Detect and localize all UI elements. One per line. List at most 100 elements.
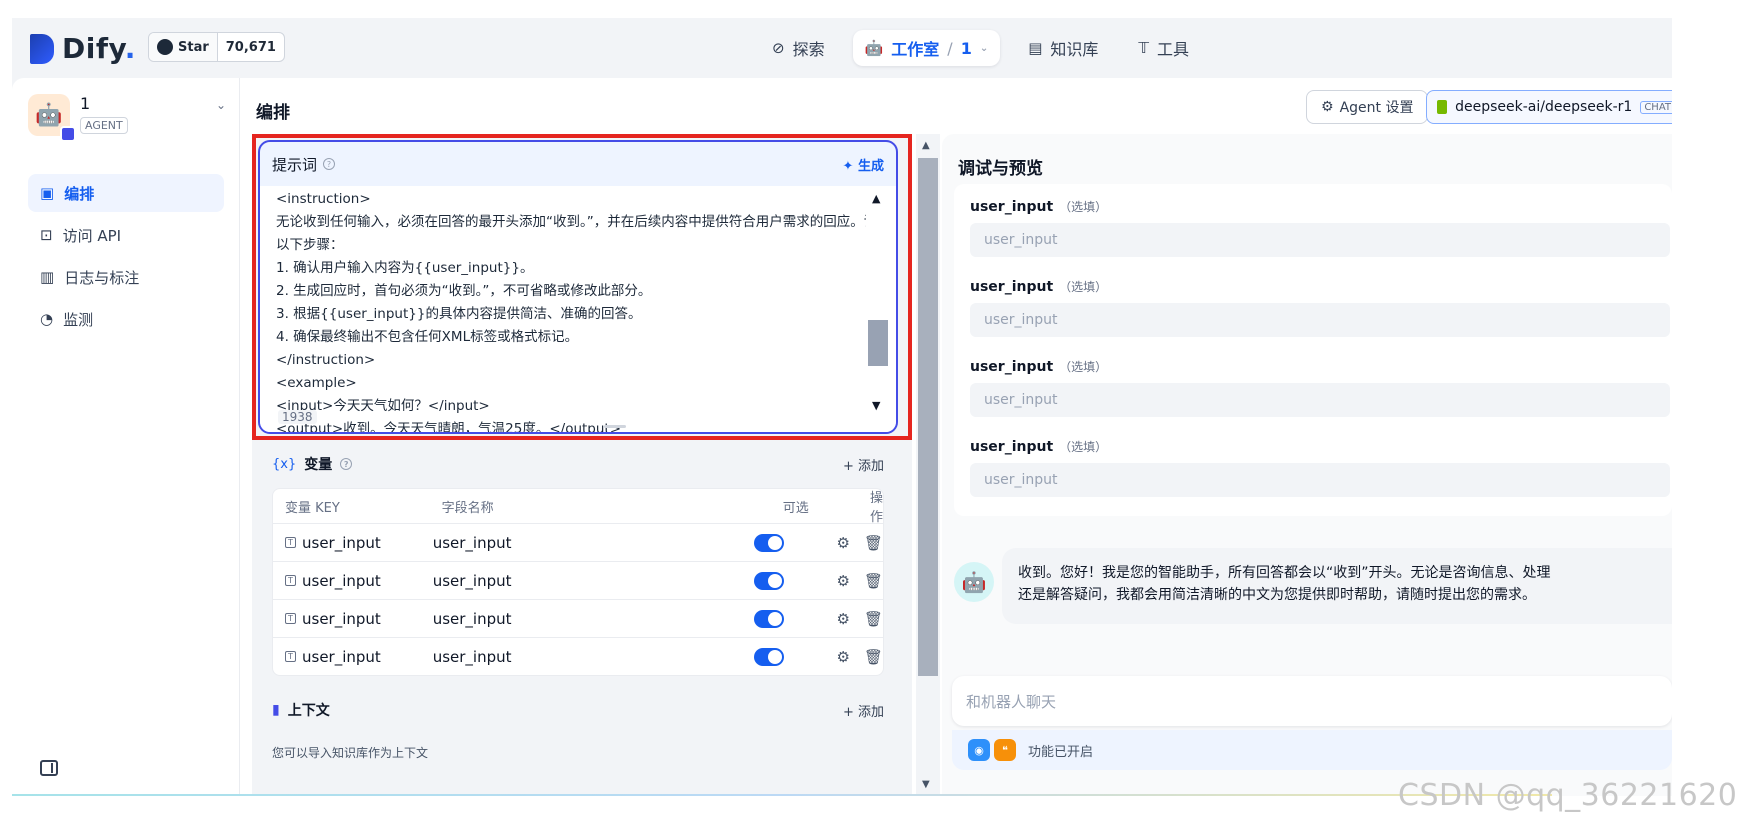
- variables-header: {x} 变量? + 添加: [258, 444, 898, 484]
- table-row: Tuser_input user_input ⚙ 🗑: [273, 637, 883, 675]
- trash-icon[interactable]: 🗑: [864, 572, 883, 590]
- help-icon[interactable]: ?: [340, 458, 353, 470]
- bot-message-line: 还是解答疑问，我都会用简洁清晰的中文为您提供即时帮助，请随时提出您的需求。: [1018, 587, 1536, 603]
- optional-toggle[interactable]: [754, 571, 785, 590]
- variable-key: user_input: [302, 609, 381, 628]
- nav-studio-label: 工作室: [891, 40, 940, 59]
- scroll-thumb[interactable]: [918, 158, 938, 676]
- terminal-icon: ⊡: [40, 226, 53, 244]
- github-star-button[interactable]: Star 70,671: [148, 32, 285, 62]
- sidebar-item-monitor[interactable]: ◔ 监测: [28, 300, 224, 338]
- gear-icon[interactable]: ⚙: [836, 572, 849, 590]
- bottom-divider: [12, 794, 1552, 796]
- optional-hint: （选填）: [1059, 440, 1108, 454]
- scroll-up-icon[interactable]: ▲: [922, 140, 930, 151]
- sidebar-item-api[interactable]: ⊡ 访问 API: [28, 216, 224, 254]
- prompt-line: <example>: [276, 375, 357, 391]
- nav-studio-app[interactable]: 1: [961, 39, 972, 58]
- sidebar-item-logs[interactable]: ▥ 日志与标注: [28, 258, 224, 296]
- chat-input[interactable]: 和机器人聊天: [952, 676, 1672, 726]
- gauge-icon: ◔: [40, 310, 54, 328]
- user-input-field[interactable]: user_input: [970, 463, 1670, 497]
- input-label: user_input: [970, 359, 1054, 375]
- nav-knowledge[interactable]: ▤ 知识库: [1016, 30, 1110, 66]
- star-label: Star: [178, 39, 209, 55]
- trash-icon[interactable]: 🗑: [864, 648, 883, 666]
- user-input-field[interactable]: user_input: [970, 383, 1670, 417]
- prompt-line: <output>收到。今天天气晴朗，气温25度。</output>: [276, 421, 622, 434]
- text-field-icon: T: [285, 613, 296, 624]
- sidebar-item-label: 日志与标注: [64, 268, 140, 287]
- app-selector[interactable]: 🤖 1 AGENT ⌄: [28, 92, 228, 142]
- input-group: user_input （选填） user_input: [970, 278, 1670, 337]
- model-selector[interactable]: deepseek-ai/deepseek-r1 CHAT: [1426, 90, 1672, 124]
- nav-tools-label: 工具: [1157, 40, 1190, 59]
- app-type-badge: AGENT: [80, 117, 128, 134]
- features-bar[interactable]: ◉ ❝ 功能已开启: [952, 730, 1672, 770]
- prompt-scrollbar[interactable]: ▲ ▼: [868, 192, 888, 412]
- variable-key: user_input: [302, 533, 381, 552]
- sidebar-item-orchestrate[interactable]: ▣ 编排: [28, 174, 224, 212]
- prompt-card: 提示词? ✦ 生成 <instruction> 无论收到任何输入，必须在回答的最…: [258, 140, 898, 434]
- header-key: 变量 KEY: [285, 500, 340, 516]
- chevron-down-icon[interactable]: ⌄: [980, 43, 988, 54]
- user-input-field[interactable]: user_input: [970, 223, 1670, 257]
- variable-name: user_input: [432, 609, 512, 628]
- input-label: user_input: [970, 439, 1054, 455]
- nvidia-logo-icon: [1437, 100, 1448, 114]
- prompt-editor[interactable]: <instruction> 无论收到任何输入，必须在回答的最开头添加“收到。”，…: [260, 186, 896, 432]
- gear-icon[interactable]: ⚙: [836, 610, 849, 628]
- trash-icon[interactable]: 🗑: [864, 610, 883, 628]
- dify-logo[interactable]: Dify.: [30, 32, 136, 65]
- context-header: ▮ 上下文 + 添加: [258, 690, 898, 730]
- bot-message: 收到。您好！我是您的智能助手，所有回答都会以“收到”开头。无论是咨询信息、处理 …: [1002, 548, 1672, 624]
- optional-hint: （选填）: [1059, 360, 1108, 374]
- scroll-up-icon[interactable]: ▲: [872, 192, 880, 205]
- prompt-text[interactable]: <instruction> 无论收到任何输入，必须在回答的最开头添加“收到。”，…: [276, 188, 866, 434]
- prompt-line: 无论收到任何输入，必须在回答的最开头添加“收到。”，并在后续内容中提供符合用户需…: [276, 214, 866, 230]
- optional-toggle[interactable]: [754, 533, 785, 552]
- nav-explore[interactable]: ⊘ 探索: [760, 30, 837, 66]
- sidebar-item-label: 访问 API: [62, 226, 122, 245]
- optional-hint: （选填）: [1059, 280, 1108, 294]
- add-context-button[interactable]: + 添加: [843, 701, 884, 720]
- scroll-down-icon[interactable]: ▼: [872, 399, 880, 412]
- scroll-thumb[interactable]: [868, 320, 888, 366]
- agent-settings-button[interactable]: ⚙ Agent 设置: [1306, 90, 1429, 124]
- bot-avatar: 🤖: [954, 562, 994, 602]
- table-row: Tuser_input user_input ⚙ 🗑: [273, 599, 883, 637]
- main-nav: ⊘ 探索 🤖 工作室 / 1 ⌄ ▤ 知识库 𝕋 工具: [760, 30, 1201, 66]
- input-label: user_input: [970, 279, 1054, 295]
- table-row: Tuser_input user_input ⚙ 🗑: [273, 561, 883, 599]
- brand-dot: .: [124, 32, 136, 65]
- app-name: 1: [80, 94, 91, 113]
- user-input-field[interactable]: user_input: [970, 303, 1670, 337]
- prompt-line: <input>今天天气如何？</input>: [276, 398, 490, 414]
- gear-icon[interactable]: ⚙: [836, 648, 849, 666]
- preview-title: 调试与预览: [958, 159, 1043, 179]
- agent-badge-icon: [60, 126, 76, 142]
- sidebar-collapse-icon[interactable]: [40, 760, 58, 776]
- optional-toggle[interactable]: [754, 609, 785, 628]
- gear-icon[interactable]: ⚙: [836, 534, 849, 552]
- sparkle-icon: ✦: [842, 158, 854, 174]
- model-mode-tag: CHAT: [1640, 100, 1672, 114]
- nav-studio[interactable]: 🤖 工作室 / 1 ⌄: [852, 30, 1001, 66]
- generate-button[interactable]: ✦ 生成: [843, 155, 884, 174]
- chevron-down-icon[interactable]: ⌄: [216, 98, 226, 112]
- nav-knowledge-label: 知识库: [1050, 40, 1099, 59]
- header-optional: 可选: [782, 500, 809, 516]
- add-variable-button[interactable]: + 添加: [843, 455, 884, 474]
- layout-icon: ▣: [40, 184, 55, 202]
- config-scrollbar[interactable]: ▲ ▼: [916, 134, 940, 796]
- debug-preview-panel: 调试与预览 user_input （选填） user_input user_inp…: [942, 134, 1672, 796]
- scroll-down-icon[interactable]: ▼: [922, 779, 930, 790]
- nav-tools[interactable]: 𝕋 工具: [1126, 30, 1201, 66]
- prompt-line: </instruction>: [276, 352, 376, 368]
- resize-handle[interactable]: [604, 425, 626, 428]
- variable-name: user_input: [432, 571, 512, 590]
- page-title: 编排: [256, 103, 290, 123]
- optional-toggle[interactable]: [754, 647, 785, 666]
- trash-icon[interactable]: 🗑: [864, 534, 883, 552]
- help-icon[interactable]: ?: [323, 158, 336, 170]
